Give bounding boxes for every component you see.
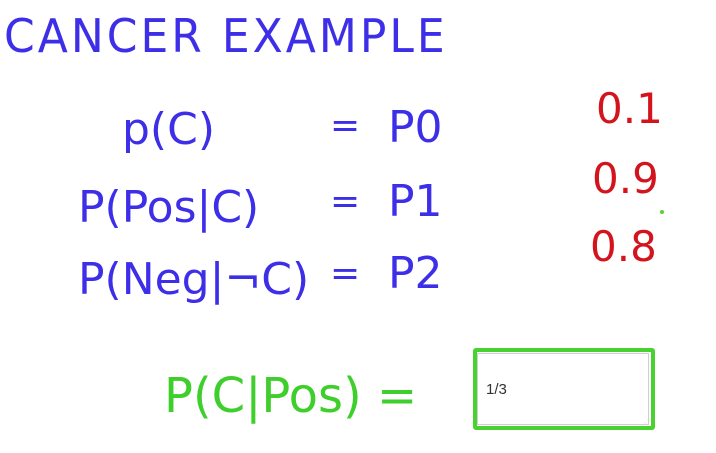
equation-2-lhs: P(Pos|C): [78, 182, 260, 233]
value-p0: 0.1: [596, 84, 663, 133]
equation-3-equals: =: [330, 253, 361, 294]
equation-3-lhs: P(Neg|¬C): [78, 254, 310, 305]
equation-3-rhs: P2: [388, 248, 443, 299]
value-p1: 0.9: [592, 154, 659, 203]
stray-ink-dot: [660, 210, 664, 214]
equation-1-lhs: p(C): [122, 104, 215, 155]
equation-1-rhs: P0: [388, 102, 443, 153]
equation-1-equals: =: [330, 105, 361, 146]
value-p2: 0.8: [590, 222, 657, 271]
page-title: CANCER EXAMPLE: [4, 9, 448, 64]
equation-2-rhs: P1: [388, 176, 443, 227]
answer-input[interactable]: [477, 353, 649, 425]
equation-2-equals: =: [330, 181, 361, 222]
question-label: P(C|Pos) =: [164, 368, 418, 424]
